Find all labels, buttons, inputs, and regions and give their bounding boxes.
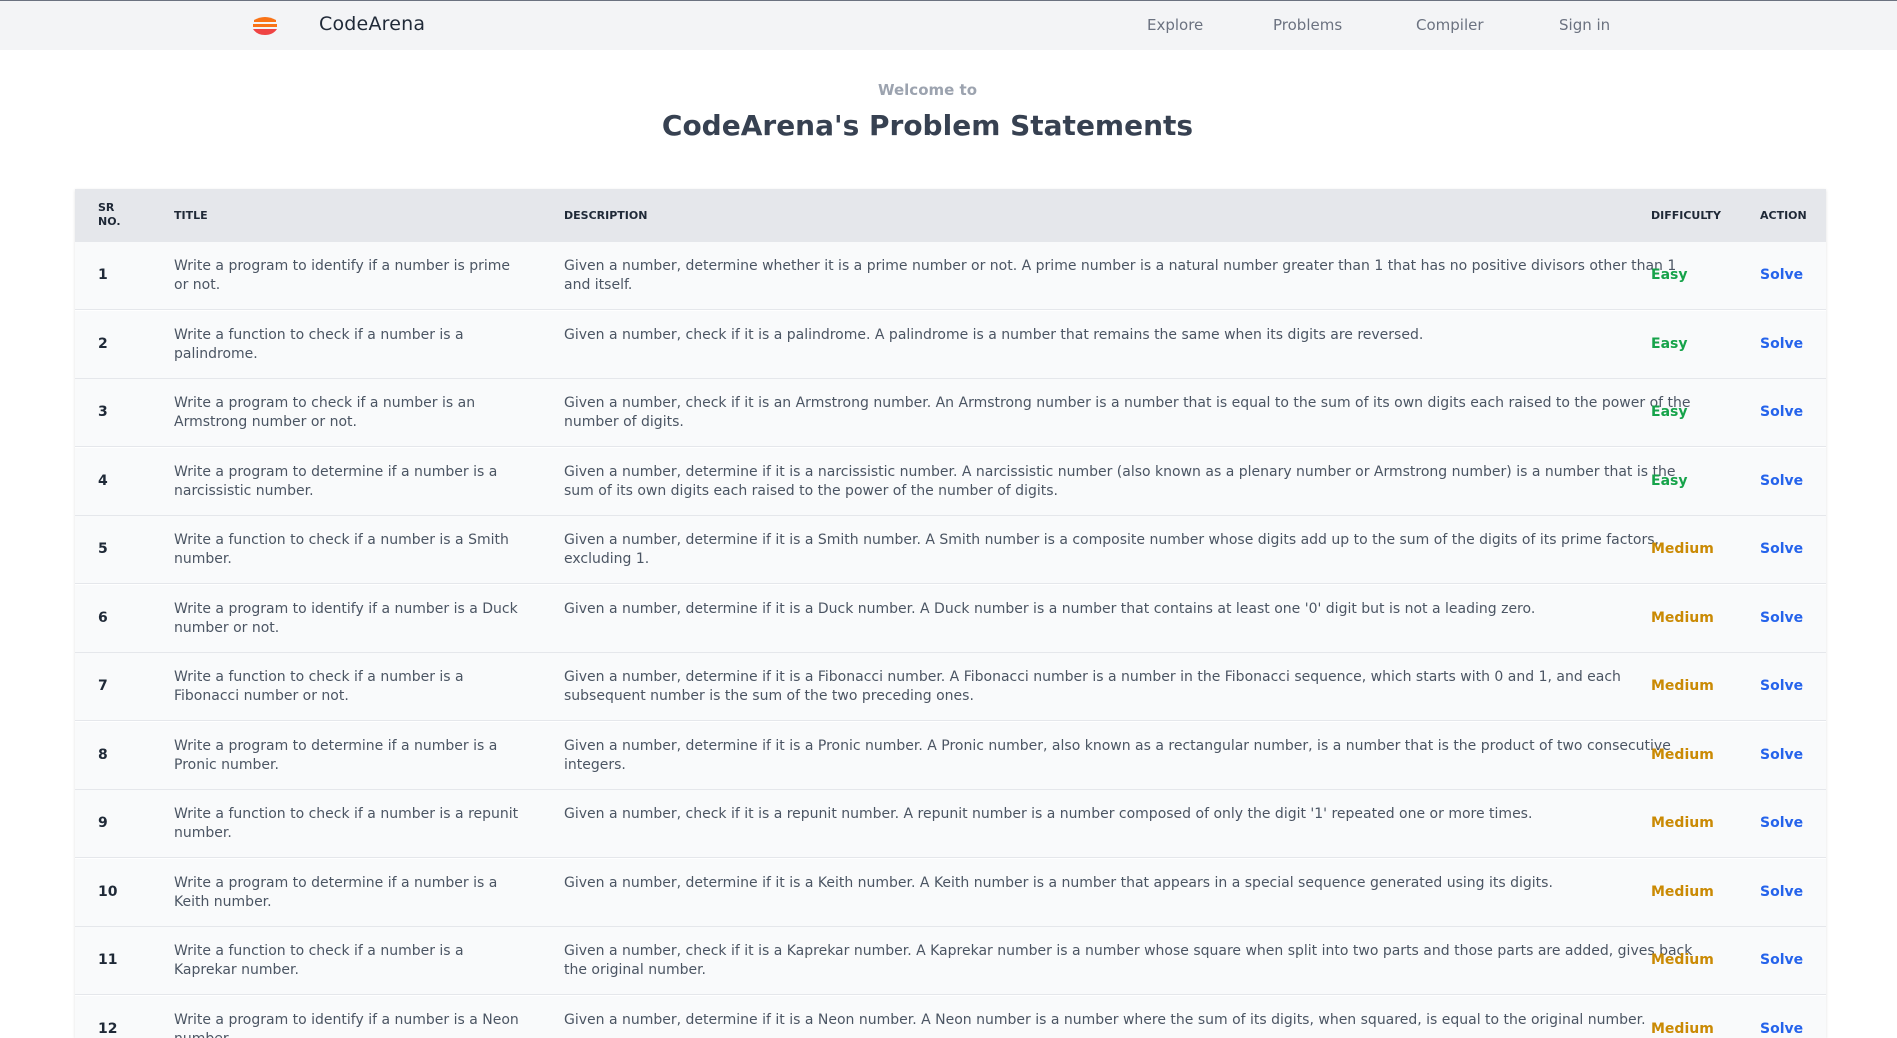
row-sr-no: 8 [98,746,108,763]
nav-explore[interactable]: Explore [1147,16,1203,34]
difficulty-badge: Medium [1651,609,1714,626]
row-title: Write a program to check if a number is … [174,395,476,430]
difficulty-badge: Easy [1651,472,1688,489]
solve-link[interactable]: Solve [1760,746,1803,765]
difficulty-badge: Medium [1651,883,1714,900]
nav-sign-in[interactable]: Sign in [1559,16,1610,34]
row-title: Write a function to check if a number is… [174,326,464,362]
table-row: 7 Write a function to check if a number i… [75,653,1826,721]
row-description: Given a number, check if it is a repunit… [564,806,1533,822]
header-sr-no: SR NO. [98,201,121,228]
difficulty-badge: Easy [1651,404,1688,420]
nav-problems[interactable]: Problems [1273,16,1342,34]
difficulty-badge: Medium [1651,1020,1714,1037]
header-difficulty: DIFFICULTY [1651,209,1722,222]
header-title: TITLE [174,209,208,222]
row-description: Given a number, determine if it is a Neo… [564,1011,1646,1028]
row-sr-no: 10 [98,883,118,900]
difficulty-badge: Medium [1651,678,1714,694]
header-action: ACTION [1760,209,1807,222]
row-title: Write a program to identify if a number … [174,258,511,293]
row-description: Given a number, check if it is a palindr… [564,326,1424,343]
row-sr-no: 4 [98,472,108,489]
difficulty-badge: Medium [1651,541,1714,557]
solve-link[interactable]: Solve [1760,472,1803,491]
solve-link[interactable]: Solve [1760,403,1803,422]
table-row: 11 Write a function to check if a number … [75,927,1826,995]
row-sr-no: 11 [98,952,118,968]
problems-table: SR NO. TITLE DESCRIPTION DIFFICULTY ACTI… [75,189,1826,1038]
table-row: 1 Write a program to identify if a number… [75,242,1826,310]
row-description: Given a number, determine if it is a Duc… [564,600,1536,617]
navbar: CodeArena Explore Problems Compiler Sign… [0,0,1897,50]
row-sr-no: 7 [98,678,108,694]
solve-link[interactable]: Solve [1760,266,1803,285]
row-description: Given a number, determine if it is a Fib… [564,669,1621,704]
page-title: CodeArena's Problem Statements [661,109,1194,142]
table-row: 6 Write a program to identify if a number… [75,584,1826,653]
solve-link[interactable]: Solve [1760,951,1803,970]
row-description: Given a number, check if it is an Armstr… [564,395,1691,430]
table-row: 5 Write a function to check if a number i… [75,516,1826,584]
row-title: Write a function to check if a number is… [174,669,464,704]
brand-name[interactable]: CodeArena [319,13,425,35]
row-description: Given a number, determine if it is a nar… [564,463,1676,499]
row-title: Write a function to check if a number is… [174,806,519,841]
row-description: Given a number, determine if it is a Pro… [564,737,1671,773]
difficulty-badge: Easy [1651,267,1688,283]
row-title: Write a program to determine if a number… [174,737,498,773]
row-description: Given a number, determine if it is a Kei… [564,874,1553,891]
difficulty-badge: Easy [1651,335,1688,352]
solve-link[interactable]: Solve [1760,814,1803,833]
difficulty-badge: Medium [1651,952,1714,968]
welcome-text: Welcome to [877,81,978,99]
row-title: Write a program to identify if a number … [174,1011,519,1038]
header-description: DESCRIPTION [564,209,648,222]
row-title: Write a function to check if a number is… [174,943,464,978]
nav-compiler[interactable]: Compiler [1416,16,1484,34]
table-row: 12 Write a program to identify if a numbe… [75,995,1826,1038]
row-sr-no: 1 [98,267,108,283]
row-sr-no: 9 [98,815,108,831]
table-row: 4 Write a program to determine if a numbe… [75,447,1826,516]
row-description: Given a number, check if it is a Kapreka… [564,943,1693,978]
table-row: 8 Write a program to determine if a numbe… [75,721,1826,790]
solve-link[interactable]: Solve [1760,335,1803,354]
solve-link[interactable]: Solve [1760,677,1803,696]
solve-link[interactable]: Solve [1760,883,1803,902]
solve-link[interactable]: Solve [1760,1020,1803,1038]
row-title: Write a function to check if a number is… [174,532,509,567]
row-title: Write a program to determine if a number… [174,463,498,499]
row-sr-no: 6 [98,609,108,626]
solve-link[interactable]: Solve [1760,609,1803,628]
row-description: Given a number, determine whether it is … [564,258,1677,293]
row-title: Write a program to identify if a number … [174,600,518,636]
table-header: SR NO. TITLE DESCRIPTION DIFFICULTY ACTI… [75,189,1826,242]
logo-icon[interactable] [250,15,280,35]
table-row: 3 Write a program to check if a number is… [75,379,1826,447]
table-row: 9 Write a function to check if a number i… [75,790,1826,858]
difficulty-badge: Medium [1651,815,1714,831]
row-sr-no: 12 [98,1020,118,1037]
row-description: Given a number, determine if it is a Smi… [564,532,1659,567]
table-row: 10 Write a program to determine if a numb… [75,858,1826,927]
difficulty-badge: Medium [1651,746,1714,763]
row-sr-no: 2 [98,335,108,352]
solve-link[interactable]: Solve [1760,540,1803,559]
row-title: Write a program to determine if a number… [174,874,498,910]
row-sr-no: 3 [98,404,108,420]
row-sr-no: 5 [98,541,108,557]
table-row: 2 Write a function to check if a number i… [75,310,1826,379]
